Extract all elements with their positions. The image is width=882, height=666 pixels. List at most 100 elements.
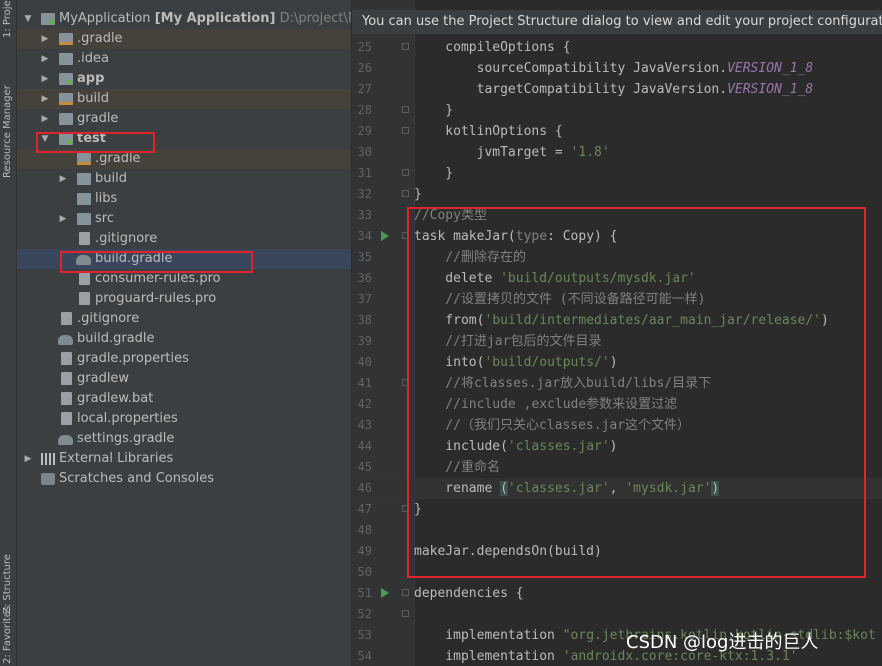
line-number: 38 — [357, 313, 372, 327]
tree-item-label: build — [95, 171, 127, 186]
code-text: sourceCompatibility JavaVersion.VERSION_… — [414, 61, 814, 76]
chevron-right-icon[interactable]: ▶ — [40, 69, 50, 89]
code-line[interactable]: 31 } — [352, 163, 882, 184]
code-text: targetCompatibility JavaVersion.VERSION_… — [414, 82, 814, 97]
fold-marker-icon[interactable] — [402, 589, 409, 596]
fold-marker-icon[interactable] — [402, 169, 409, 176]
line-number: 51 — [357, 586, 372, 600]
chevron-down-icon[interactable]: ▼ — [23, 9, 33, 29]
code-line[interactable]: 29 kotlinOptions { — [352, 121, 882, 142]
chevron-right-icon[interactable]: ▶ — [58, 209, 68, 229]
line-number: 39 — [357, 334, 372, 348]
code-text: dependencies { — [414, 586, 524, 601]
tool-window-strip: 1: Project Resource Manager Z: Structure… — [0, 0, 17, 666]
tree-item-proguard-rules[interactable]: proguard-rules.pro — [17, 289, 351, 309]
tree-item-label: .idea — [77, 51, 109, 66]
tree-item-label: gradle — [77, 111, 119, 126]
fold-marker-icon[interactable] — [402, 43, 409, 50]
tree-item-label: local.properties — [77, 411, 178, 426]
tree-root[interactable]: ▼ MyApplication [My Application] D:\proj… — [17, 9, 351, 29]
code-line[interactable]: 51 dependencies { — [352, 583, 882, 604]
tree-item-label: proguard-rules.pro — [95, 291, 217, 306]
root-module: [My Application] — [154, 11, 276, 26]
chevron-right-icon[interactable]: ▶ — [40, 49, 50, 69]
tree-item-external-libraries[interactable]: ▶ External Libraries — [17, 449, 351, 469]
code-text: compileOptions { — [414, 40, 571, 55]
tree-item-gradlew-bat[interactable]: gradlew.bat — [17, 389, 351, 409]
tree-item-label: app — [77, 71, 105, 86]
tree-item-test-gitignore[interactable]: .gitignore — [17, 229, 351, 249]
line-number: 41 — [357, 376, 372, 390]
tree-item-build-gradle[interactable]: build.gradle — [17, 329, 351, 349]
resource-manager-tab[interactable]: Resource Manager — [0, 80, 16, 180]
file-icon — [61, 372, 72, 385]
tree-item-gradle-dir[interactable]: ▶ .gradle — [17, 29, 351, 49]
line-number: 37 — [357, 292, 372, 306]
scratches-icon — [41, 473, 55, 485]
watermark: CSDN @log进击的巨人 — [626, 632, 819, 653]
chevron-right-icon[interactable]: ▶ — [58, 169, 68, 189]
chevron-right-icon[interactable]: ▶ — [23, 449, 33, 469]
tree-item-test-src[interactable]: ▶ src — [17, 209, 351, 229]
line-number: 45 — [357, 460, 372, 474]
fold-marker-icon[interactable] — [402, 190, 409, 197]
line-number: 29 — [357, 124, 372, 138]
fold-marker-icon[interactable] — [402, 610, 409, 617]
line-number: 28 — [357, 103, 372, 117]
tree-item-gradlew[interactable]: gradlew — [17, 369, 351, 389]
run-gutter-icon[interactable] — [381, 231, 389, 241]
line-number: 43 — [357, 418, 372, 432]
line-number: 35 — [357, 250, 372, 264]
folder-icon — [59, 53, 73, 65]
code-line[interactable]: 52 — [352, 604, 882, 625]
code-line[interactable]: 26 sourceCompatibility JavaVersion.VERSI… — [352, 58, 882, 79]
project-panel: ▼ MyApplication [My Application] D:\proj… — [17, 0, 351, 666]
code-line[interactable]: 27 targetCompatibility JavaVersion.VERSI… — [352, 79, 882, 100]
run-gutter-icon[interactable] — [381, 588, 389, 598]
favorites-tab[interactable]: 2: Favorites — [0, 606, 16, 666]
code-line[interactable]: 30 jvmTarget = '1.8' — [352, 142, 882, 163]
line-number: 25 — [357, 40, 372, 54]
tree-item-gradle-properties[interactable]: gradle.properties — [17, 349, 351, 369]
tree-item-idea[interactable]: ▶ .idea — [17, 49, 351, 69]
folder-orange-icon — [59, 93, 73, 105]
highlight-box-build-gradle — [60, 251, 253, 273]
chevron-right-icon[interactable]: ▶ — [40, 109, 50, 129]
tree-item-gitignore[interactable]: .gitignore — [17, 309, 351, 329]
tree-item-test-build[interactable]: ▶ build — [17, 169, 351, 189]
root-name: MyApplication — [59, 11, 151, 26]
tree-item-local-properties[interactable]: local.properties — [17, 409, 351, 429]
tree-item-label: settings.gradle — [77, 431, 175, 446]
tree-item-build[interactable]: ▶ build — [17, 89, 351, 109]
tree-item-label: gradlew — [77, 371, 130, 386]
fold-marker-icon[interactable] — [402, 106, 409, 113]
tree-item-label: .gitignore — [95, 231, 158, 246]
line-number: 47 — [357, 502, 372, 516]
code-text: } — [414, 103, 454, 118]
tree-item-label: src — [95, 211, 114, 226]
tree-item-label: gradle.properties — [77, 351, 189, 366]
gradle-icon — [58, 335, 73, 345]
code-line[interactable]: 32} — [352, 184, 882, 205]
code-line[interactable]: 28 } — [352, 100, 882, 121]
file-icon — [79, 232, 90, 245]
chevron-right-icon[interactable]: ▶ — [40, 29, 50, 49]
project-tool-tab[interactable]: 1: Project — [0, 0, 16, 40]
code-editor[interactable]: 25 compileOptions {26 sourceCompatibilit… — [352, 0, 882, 666]
chevron-right-icon[interactable]: ▶ — [40, 89, 50, 109]
highlight-box-test — [36, 132, 155, 153]
code-line[interactable]: 25 compileOptions { — [352, 37, 882, 58]
tree-item-gradle[interactable]: ▶ gradle — [17, 109, 351, 129]
line-number: 42 — [357, 397, 372, 411]
tree-item-settings-gradle[interactable]: settings.gradle — [17, 429, 351, 449]
module-icon — [41, 13, 55, 25]
file-icon — [79, 292, 90, 305]
line-number: 26 — [357, 61, 372, 75]
line-number: 52 — [357, 607, 372, 621]
tree-item-scratches[interactable]: Scratches and Consoles — [17, 469, 351, 489]
file-icon — [61, 312, 72, 325]
tree-item-app[interactable]: ▶ app — [17, 69, 351, 89]
tree-item-test-libs[interactable]: libs — [17, 189, 351, 209]
fold-marker-icon[interactable] — [402, 127, 409, 134]
project-structure-banner[interactable]: You can use the Project Structure dialog… — [352, 10, 882, 34]
